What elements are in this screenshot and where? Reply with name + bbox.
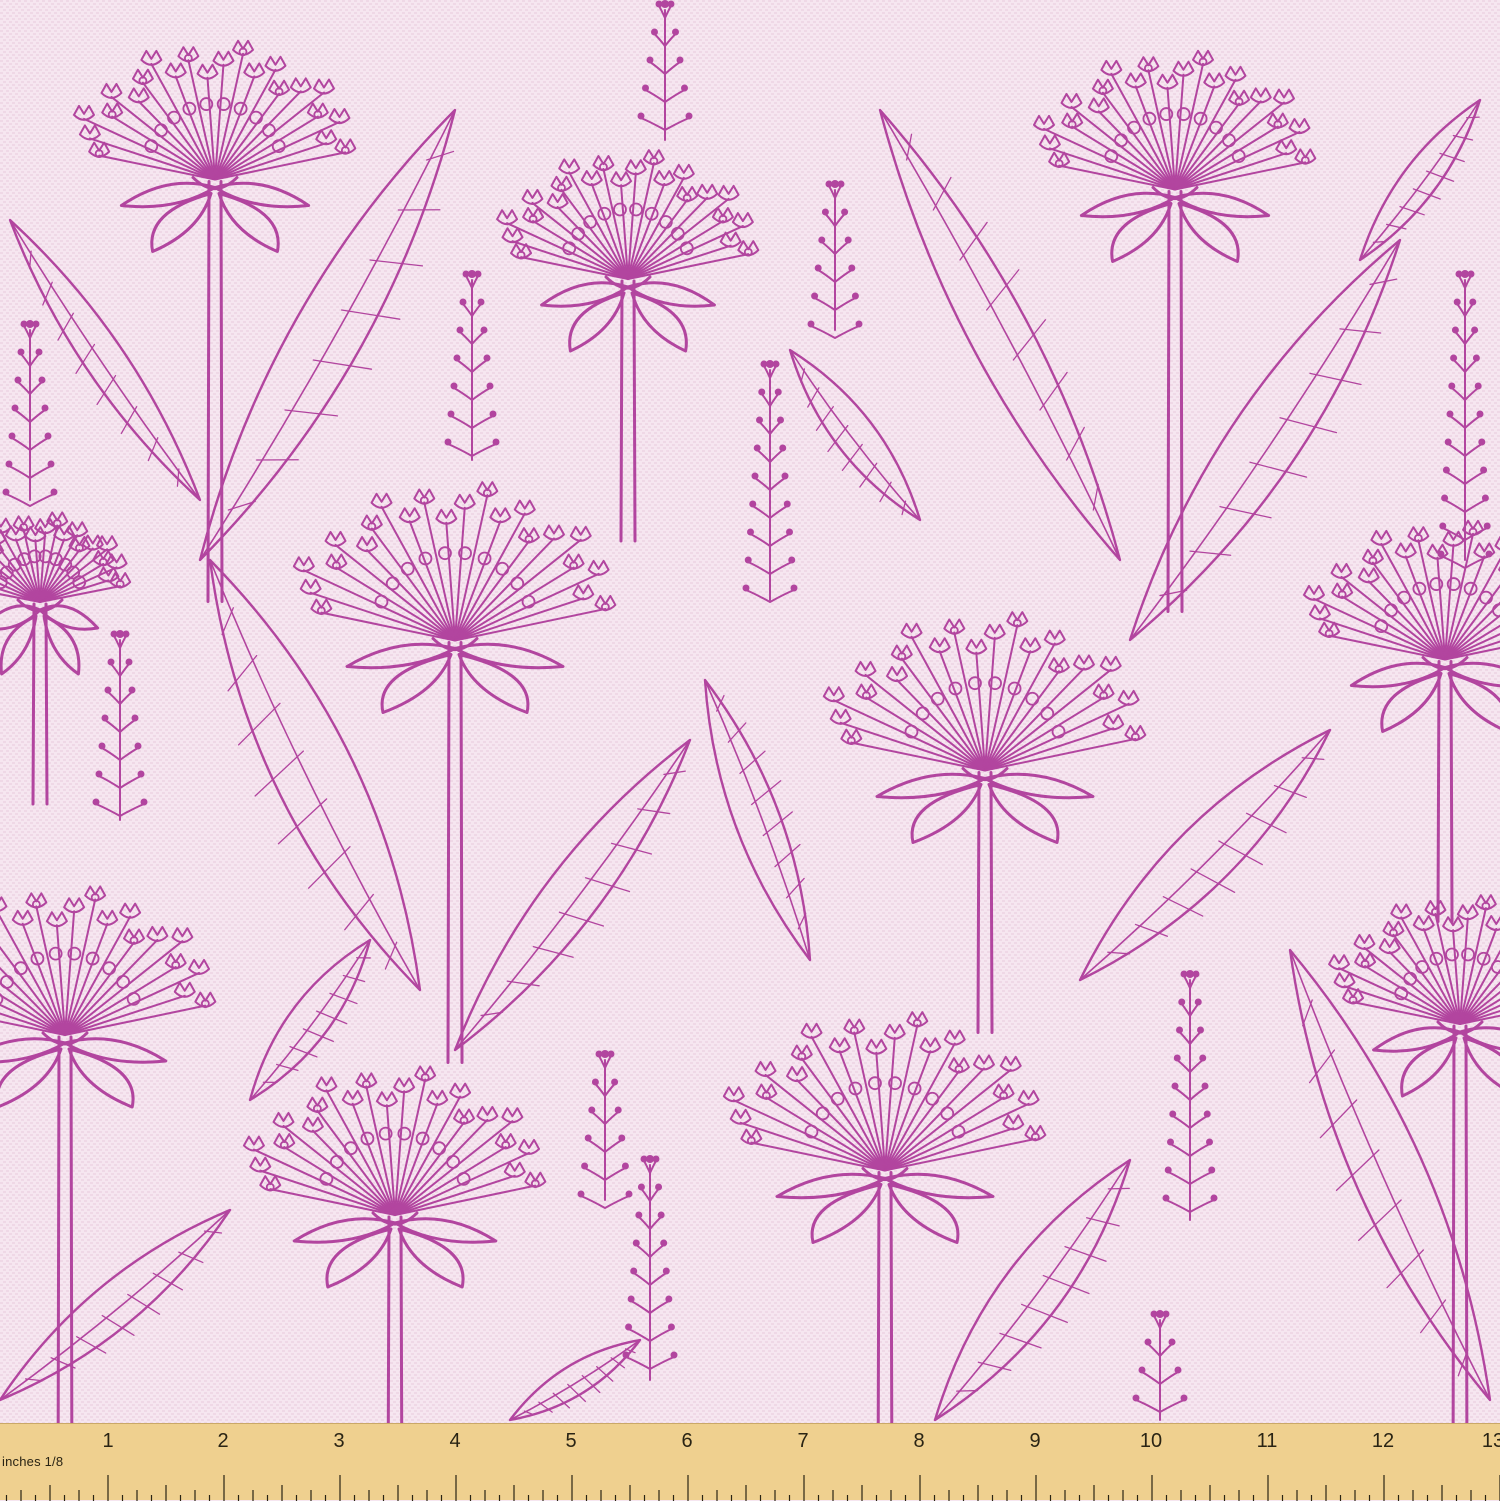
ruler-number: 3 [333, 1430, 344, 1453]
ruler-number: 6 [681, 1430, 692, 1453]
ruler-number: 7 [797, 1430, 808, 1453]
ruler-number: 4 [449, 1430, 460, 1453]
ruler-number: 1 [102, 1430, 113, 1453]
ruler-number: 13 [1482, 1430, 1500, 1453]
measuring-ruler: inches 1/8 1 2 3 4 5 6 7 8 9 10 11 12 13 [0, 1423, 1500, 1500]
ruler-fraction-label: 1/8 [45, 1454, 64, 1469]
fabric-background [0, 0, 1500, 1423]
ruler-number: 8 [913, 1430, 924, 1453]
ruler-number: 5 [565, 1430, 576, 1453]
ruler-unit-label: inches [2, 1454, 41, 1469]
ruler-number: 9 [1029, 1430, 1040, 1453]
ruler-number: 12 [1372, 1430, 1394, 1453]
ruler-number: 10 [1140, 1430, 1162, 1453]
ruler-unit-caption: inches 1/8 [2, 1454, 63, 1469]
floral-fabric-pattern [0, 0, 1500, 1423]
ruler-number: 2 [217, 1430, 228, 1453]
ruler-number: 11 [1257, 1430, 1278, 1453]
